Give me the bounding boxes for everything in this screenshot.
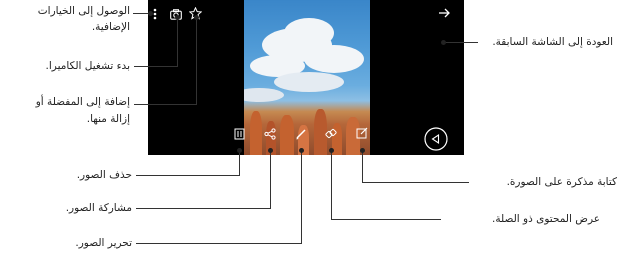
favorite-label-line1: إضافة إلى المفضلة أو [35,96,130,108]
related-content-icon[interactable] [324,127,338,141]
edit-marker [299,148,304,153]
camera-marker [175,15,180,20]
more-options-label-line2: الإضافية. [91,21,130,33]
share-marker [268,148,273,153]
share-label: مشاركة الصور. [65,202,132,214]
more-options-label-line1: الوصول إلى الخيارات [37,5,130,17]
related-label: عرض المحتوى ذو الصلة. [492,213,600,225]
edit-label: تحرير الصور. [75,237,132,249]
edit-icon[interactable] [294,127,308,141]
favorite-label-line2: إزالة منها. [86,113,130,125]
memo-icon[interactable] [355,126,369,140]
camera-label: بدء تشغيل الكاميرا. [45,60,130,72]
favorite-marker [194,15,199,20]
related-marker [329,148,334,153]
memo-marker [360,148,365,153]
more-options-marker [148,11,153,16]
delete-marker [237,148,242,153]
memo-label: كتابة مذكرة على الصورة. [506,176,617,188]
back-arrow-icon[interactable] [437,6,451,20]
nav-back-icon[interactable] [424,127,448,151]
share-icon[interactable] [263,127,277,141]
delete-icon[interactable] [232,127,246,141]
back-label: العودة إلى الشاشة السابقة. [492,36,613,48]
delete-label: حذف الصور. [76,169,132,181]
back-marker [441,40,446,45]
